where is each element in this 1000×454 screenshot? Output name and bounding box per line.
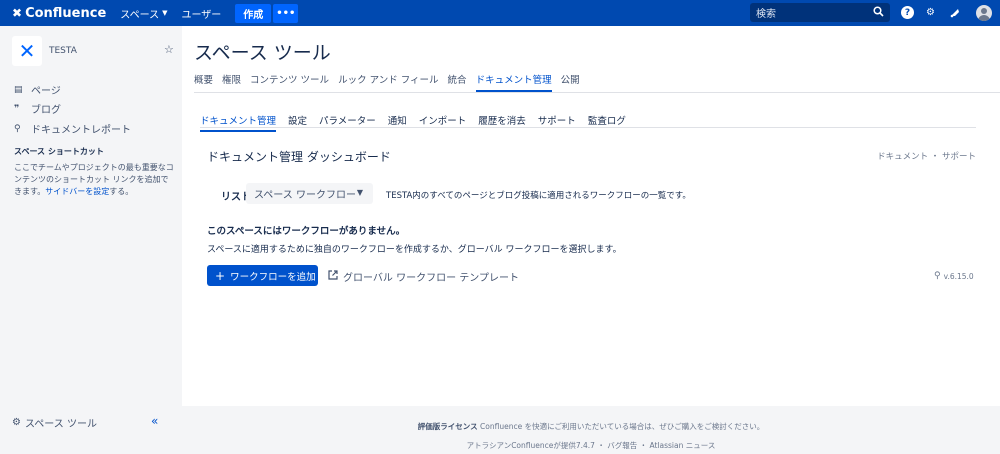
dashboard-title: ドキュメント管理 ダッシュボード	[207, 150, 391, 164]
gear-icon[interactable]: ⚙	[924, 6, 937, 19]
space-logo-icon: ✕	[12, 36, 42, 66]
space-tools-button[interactable]: ⚙ スペース ツール	[12, 415, 97, 430]
add-workflow-button[interactable]: + ワークフローを追加	[207, 265, 318, 286]
search-input[interactable]: 検索	[750, 3, 890, 22]
page-title: スペース ツール	[194, 42, 331, 64]
app-name: Confluence	[25, 5, 107, 21]
subtab-clear-history[interactable]: 履歴を消去	[478, 113, 526, 132]
star-icon[interactable]: ☆	[164, 43, 174, 56]
empty-state-description: スペースに適用するために独自のワークフローを作成するか、グローバル ワークフロー…	[207, 245, 622, 255]
document-report-icon: ⚲	[14, 123, 21, 134]
nav-users[interactable]: ユーザー	[181, 6, 221, 21]
sidebar-item-document-report[interactable]: ⚲ ドキュメントレポート	[14, 121, 131, 137]
gear-icon: ⚙	[12, 417, 21, 428]
tab-overview[interactable]: 概要	[194, 72, 213, 92]
shortcuts-description: ここでチームやプロジェクトの最も重要なコンテンツのショートカット リンクを追加で…	[14, 162, 174, 198]
workflow-list-select[interactable]: スペース ワークフロー ▼	[246, 183, 373, 204]
sidebar-item-label: ブログ	[31, 105, 61, 116]
subtab-document-management[interactable]: ドキュメント管理	[200, 113, 277, 132]
tab-look-and-feel[interactable]: ルック アンド フィール	[338, 72, 438, 92]
license-label: 評価版ライセンス	[417, 422, 478, 431]
tab-publish[interactable]: 公開	[561, 72, 580, 92]
help-icon[interactable]: ?	[901, 6, 914, 19]
space-tools-label: スペース ツール	[24, 419, 97, 430]
list-description: TESTA内のすべてのページとブログ投稿に適用されるワークフローの一覧です。	[386, 191, 691, 201]
subtab-notifications[interactable]: 通知	[388, 113, 407, 132]
notification-icon[interactable]	[948, 6, 961, 19]
license-text: Confluence を快適にご利用いただいている場合は、ぜひご購入をご検討くだ…	[477, 422, 765, 431]
confluence-logo[interactable]: ✖ Confluence	[12, 6, 106, 21]
page-icon: ▤	[14, 84, 23, 95]
main-content: スペース ツール 概要 権限 コンテンツ ツール ルック アンド フィール 統合…	[182, 26, 1000, 406]
subtab-parameters[interactable]: パラメーター	[319, 113, 376, 132]
subtab-settings[interactable]: 設定	[288, 113, 307, 132]
avatar-head	[981, 8, 987, 14]
add-workflow-label: ワークフローを追加	[230, 271, 316, 283]
more-button[interactable]: •••	[273, 3, 299, 23]
shortcuts-heading: スペース ショートカット	[14, 147, 104, 156]
subtab-support[interactable]: サポート	[538, 113, 576, 132]
workflow-list-select-value: スペース ワークフロー	[254, 190, 356, 201]
collapse-sidebar-icon[interactable]: «	[151, 414, 158, 428]
footer-links[interactable]: アトラシアンConfluenceが提供7.4.7 ・ バグ報告 ・ Atlass…	[182, 440, 1000, 451]
subtabs-divider	[200, 127, 976, 128]
subtab-import[interactable]: インポート	[419, 113, 467, 132]
nav-spaces-label: スペース	[120, 9, 160, 21]
search-icon	[873, 6, 884, 20]
workflow-icon: ⚲	[934, 271, 941, 281]
dashboard-links[interactable]: ドキュメント ・ サポート	[877, 150, 976, 162]
space-name: TESTA	[49, 46, 77, 56]
quote-icon: ❞	[14, 103, 20, 114]
search-placeholder: 検索	[756, 9, 776, 20]
configure-sidebar-link[interactable]: サイドバーを設定	[45, 187, 109, 196]
avatar[interactable]	[976, 5, 992, 21]
sidebar-item-blog[interactable]: ❞ ブログ	[14, 101, 61, 117]
space-header[interactable]: ✕ TESTA	[12, 36, 77, 66]
plus-icon: +	[215, 268, 226, 283]
global-workflow-templates-link[interactable]: グローバル ワークフロー テンプレート	[328, 269, 519, 284]
tab-integrations[interactable]: 統合	[448, 72, 467, 92]
shortcuts-desc-tail: する。	[109, 187, 134, 196]
chevron-down-icon: ▼	[162, 9, 168, 17]
external-link-icon	[328, 270, 338, 283]
create-button[interactable]: 作成	[235, 3, 272, 23]
empty-state-title: このスペースにはワークフローがありません。	[207, 226, 406, 237]
space-tools-tabs: 概要 権限 コンテンツ ツール ルック アンド フィール 統合 ドキュメント管理…	[194, 72, 589, 92]
tab-permissions[interactable]: 権限	[222, 72, 241, 92]
avatar-body	[978, 15, 990, 21]
global-workflow-templates-label: グローバル ワークフロー テンプレート	[343, 273, 519, 284]
confluence-logo-icon: ✖	[12, 6, 23, 20]
nav-users-label: ユーザー	[181, 9, 222, 21]
document-management-subtabs: ドキュメント管理 設定 パラメーター 通知 インポート 履歴を消去 サポート 監…	[200, 113, 638, 132]
sidebar-item-label: ページ	[31, 86, 61, 97]
tabs-divider	[194, 92, 1000, 93]
nav-spaces[interactable]: スペース ▼	[120, 6, 167, 21]
version-label: v.6.15.0	[943, 271, 974, 281]
tab-content-tools[interactable]: コンテンツ ツール	[250, 72, 329, 92]
sidebar-item-pages[interactable]: ▤ ページ	[14, 82, 61, 98]
sidebar-item-label: ドキュメントレポート	[31, 125, 131, 136]
version-info: ⚲ v.6.15.0	[934, 271, 974, 281]
subtab-audit-log[interactable]: 監査ログ	[588, 113, 626, 132]
tab-document-management[interactable]: ドキュメント管理	[475, 72, 552, 92]
chevron-down-icon: ▼	[356, 188, 363, 197]
license-notice: 評価版ライセンス Confluence を快適にご利用いただいている場合は、ぜひ…	[182, 421, 1000, 432]
sidebar: ✕ TESTA ☆ ▤ ページ ❞ ブログ ⚲ ドキュメントレポート スペース …	[0, 26, 182, 454]
